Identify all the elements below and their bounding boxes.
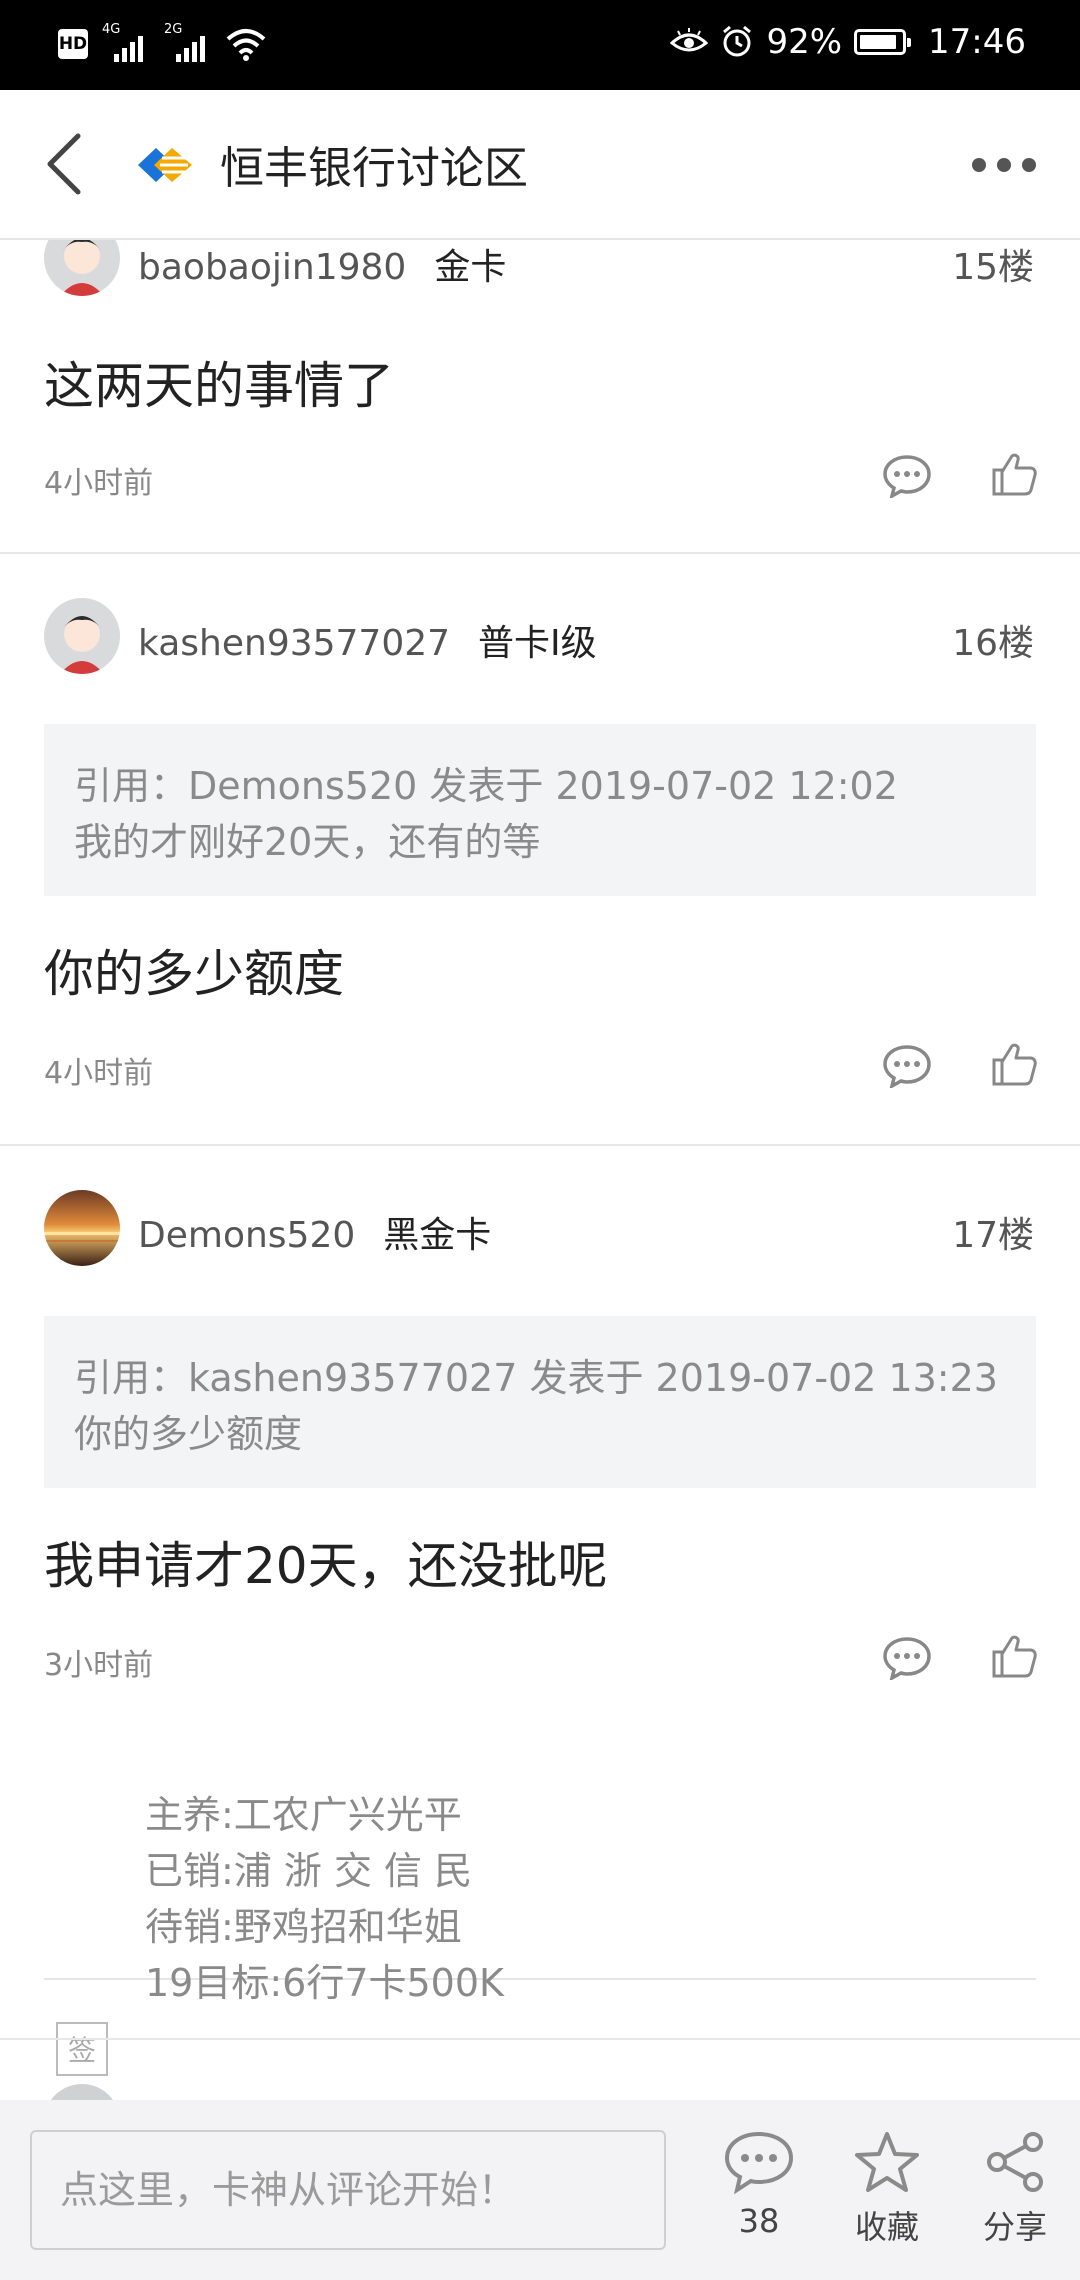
username[interactable]: kashen93577027 普卡Ⅰ级 xyxy=(138,614,597,666)
status-bar: HD 4G 2G 92% 17:46 xyxy=(0,0,1080,90)
timestamp: 3小时前 xyxy=(44,1648,154,1683)
eye-comfort-icon xyxy=(670,28,709,52)
favorite-label: 收藏 xyxy=(854,2208,919,2246)
reply-icon[interactable] xyxy=(882,1636,932,1680)
hd-icon: HD xyxy=(58,29,88,59)
member-badge: 金卡 xyxy=(434,247,507,288)
post-divider xyxy=(0,2038,1080,2040)
comment-post: kashen93577027 普卡Ⅰ级 16楼 引用：Demons520 发表于 … xyxy=(0,554,1080,1146)
signature-line: 主养:工农广兴光平 xyxy=(145,1793,462,1837)
quote-text: 你的多少额度 xyxy=(74,1412,303,1456)
bank-logo-icon xyxy=(138,148,192,182)
reply-icon[interactable] xyxy=(882,1044,932,1088)
signature-icon: 签 xyxy=(56,2022,108,2076)
comment-post: baobaojin1980 金卡 15楼 这两天的事情了 4小时前 xyxy=(0,240,1080,552)
comment-count: 38 xyxy=(738,2202,780,2240)
dot-icon xyxy=(997,158,1011,172)
signature-line: 待销:野鸡招和华姐 xyxy=(145,1905,462,1949)
username[interactable]: Demons520 黑金卡 xyxy=(138,1206,491,1258)
comment-text: 这两天的事情了 xyxy=(44,357,394,415)
comment-input[interactable] xyxy=(30,2130,666,2250)
member-badge: 普卡Ⅰ级 xyxy=(478,623,597,664)
dot-icon xyxy=(1022,158,1036,172)
share-button[interactable]: 分享 xyxy=(960,2130,1070,2260)
share-label: 分享 xyxy=(982,2208,1047,2246)
username[interactable]: baobaojin1980 金卡 xyxy=(138,240,506,290)
comment-text: 我申请才20天，还没批呢 xyxy=(44,1537,608,1595)
quote-header: 引用：Demons520 发表于 2019-07-02 12:02 xyxy=(74,764,898,808)
share-icon xyxy=(987,2132,1043,2192)
thumbs-up-icon[interactable] xyxy=(990,1040,1038,1088)
page-title: 恒丰银行讨论区 xyxy=(220,143,528,194)
avatar[interactable] xyxy=(44,240,120,296)
signal-2g-icon: 2G xyxy=(164,22,212,64)
avatar[interactable] xyxy=(44,1190,120,1266)
comment-feed[interactable]: baobaojin1980 金卡 15楼 这两天的事情了 4小时前 kashen9… xyxy=(0,240,1080,2100)
avatar[interactable] xyxy=(44,598,120,674)
clock: 17:46 xyxy=(928,22,1026,62)
chevron-left-icon xyxy=(47,133,81,195)
floor-number: 16楼 xyxy=(952,623,1034,664)
floor-number: 15楼 xyxy=(952,247,1034,288)
comment-icon xyxy=(724,2131,794,2194)
reply-icon[interactable] xyxy=(882,454,932,498)
alarm-icon xyxy=(723,25,752,57)
star-icon xyxy=(855,2132,919,2192)
timestamp: 4小时前 xyxy=(44,1056,154,1091)
floor-number: 17楼 xyxy=(952,1215,1034,1256)
battery-percent: 92% xyxy=(766,22,843,62)
thumbs-up-icon[interactable] xyxy=(990,1632,1038,1680)
member-badge: 黑金卡 xyxy=(383,1215,492,1256)
quote-text: 我的才刚好20天，还有的等 xyxy=(74,820,541,864)
comments-button[interactable]: 38 xyxy=(704,2130,814,2260)
avatar[interactable] xyxy=(44,2084,120,2100)
timestamp: 4小时前 xyxy=(44,466,154,501)
quote-header: 引用：kashen93577027 发表于 2019-07-02 13:23 xyxy=(74,1356,998,1400)
comment-text: 你的多少额度 xyxy=(44,945,344,1003)
back-button[interactable] xyxy=(36,128,96,200)
more-options-button[interactable] xyxy=(972,152,1036,178)
favorite-button[interactable]: 收藏 xyxy=(832,2130,942,2260)
dot-icon xyxy=(972,158,986,172)
wifi-icon xyxy=(226,29,266,61)
top-nav-bar: 恒丰银行讨论区 xyxy=(0,90,1080,240)
signature-line: 已销:浦 浙 交 信 民 xyxy=(145,1849,473,1893)
signature-line: 19目标:6行7卡500K xyxy=(145,1961,504,2005)
bottom-action-bar: 38 收藏 分享 xyxy=(0,2100,1080,2280)
thumbs-up-icon[interactable] xyxy=(990,450,1038,498)
quoted-comment[interactable]: 引用：kashen93577027 发表于 2019-07-02 13:23 你… xyxy=(44,1316,1036,1488)
quoted-comment[interactable]: 引用：Demons520 发表于 2019-07-02 12:02 我的才刚好2… xyxy=(44,724,1036,896)
signal-4g-icon: 4G xyxy=(102,22,150,64)
battery-icon xyxy=(854,29,912,55)
